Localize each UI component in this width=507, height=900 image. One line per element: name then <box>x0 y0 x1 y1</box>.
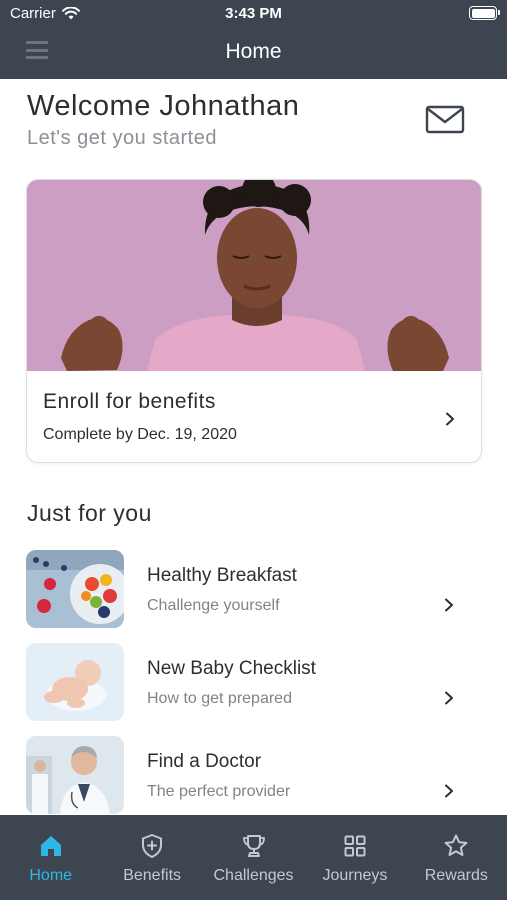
shield-plus-icon <box>142 834 163 858</box>
tab-label: Journeys <box>322 867 388 884</box>
tab-journeys[interactable]: Journeys <box>304 815 405 900</box>
list-item-healthy-breakfast[interactable]: Healthy Breakfast Challenge yourself <box>26 550 482 630</box>
list-item-subtitle: Challenge yourself <box>147 597 280 614</box>
welcome-subtitle: Let's get you started <box>27 127 217 149</box>
meditation-photo <box>27 180 481 371</box>
tab-label: Challenges <box>213 867 294 884</box>
tab-home[interactable]: Home <box>0 815 101 900</box>
tab-label: Home <box>29 867 73 884</box>
chevron-right-icon <box>445 691 453 705</box>
list-item-subtitle: How to get prepared <box>147 690 292 707</box>
home-icon <box>40 836 61 856</box>
status-time: 3:43 PM <box>225 5 282 22</box>
battery-icon <box>469 6 500 20</box>
bottom-tab-bar: Home Benefits Challenges Journeys Reward… <box>0 815 507 900</box>
enroll-card[interactable]: Enroll for benefits Complete by Dec. 19,… <box>26 179 482 463</box>
top-bar: Carrier 3:43 PM Home <box>0 0 507 79</box>
list-item-new-baby-checklist[interactable]: New Baby Checklist How to get prepared <box>26 643 482 723</box>
tab-rewards[interactable]: Rewards <box>406 815 507 900</box>
star-icon <box>444 834 468 856</box>
page-title: Home <box>225 40 282 63</box>
trophy-icon <box>242 835 265 857</box>
enroll-title: Enroll for benefits <box>43 390 216 413</box>
grid-icon <box>344 835 366 857</box>
tab-benefits[interactable]: Benefits <box>101 815 202 900</box>
doctor-thumbnail <box>26 736 124 814</box>
list-item-subtitle: The perfect provider <box>147 783 291 800</box>
chevron-right-icon <box>445 784 453 798</box>
list-item-title: New Baby Checklist <box>147 658 316 679</box>
list-item-title: Healthy Breakfast <box>147 565 297 586</box>
enroll-subtitle: Complete by Dec. 19, 2020 <box>43 426 237 443</box>
tab-label: Benefits <box>123 867 182 884</box>
envelope-icon[interactable] <box>425 104 465 134</box>
chevron-right-icon <box>445 598 453 612</box>
list-item-find-a-doctor[interactable]: Find a Doctor The perfect provider <box>26 736 482 816</box>
baby-thumbnail <box>26 643 124 721</box>
tab-challenges[interactable]: Challenges <box>203 815 304 900</box>
chevron-right-icon <box>446 412 454 426</box>
welcome-title: Welcome Johnathan <box>27 90 300 122</box>
status-bar: Carrier 3:43 PM <box>0 0 507 28</box>
tab-label: Rewards <box>424 867 488 884</box>
list-item-title: Find a Doctor <box>147 751 262 772</box>
section-title: Just for you <box>27 500 152 526</box>
breakfast-thumbnail <box>26 550 124 628</box>
